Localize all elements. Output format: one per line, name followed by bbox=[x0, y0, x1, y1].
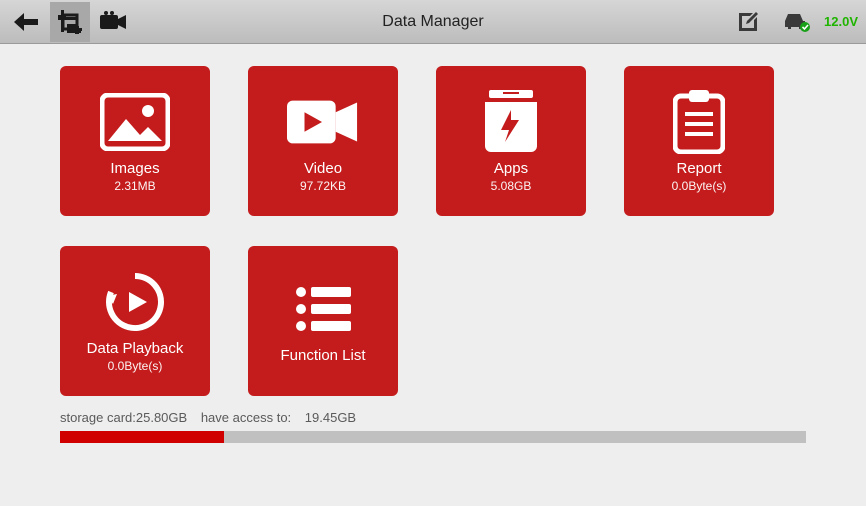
back-arrow-icon bbox=[12, 11, 40, 33]
tile-size: 97.72KB bbox=[300, 179, 346, 193]
back-button[interactable] bbox=[6, 2, 46, 42]
edit-button[interactable] bbox=[728, 2, 768, 42]
car-icon bbox=[781, 11, 811, 33]
voltage-reading: 12.0V bbox=[824, 14, 858, 29]
tile-label: Video bbox=[304, 160, 342, 177]
apps-icon bbox=[475, 90, 547, 154]
storage-bar-fill bbox=[60, 431, 224, 443]
storage-card-label: storage card: bbox=[60, 410, 136, 425]
video-camera-icon bbox=[100, 11, 128, 33]
video-record-button[interactable] bbox=[94, 2, 134, 42]
tile-images[interactable]: Images 2.31MB bbox=[60, 66, 210, 216]
tile-size: 5.08GB bbox=[491, 179, 532, 193]
toolbar-left bbox=[0, 2, 134, 42]
screenshot-button[interactable] bbox=[50, 2, 90, 42]
tile-size: 0.0Byte(s) bbox=[108, 359, 163, 373]
tile-label: Images bbox=[110, 160, 159, 177]
edit-icon bbox=[736, 10, 760, 34]
tile-data-playback[interactable]: Data Playback 0.0Byte(s) bbox=[60, 246, 210, 396]
toolbar: Data Manager 12.0V bbox=[0, 0, 866, 44]
tile-label: Apps bbox=[494, 160, 528, 177]
images-icon bbox=[99, 90, 171, 154]
vehicle-status-button[interactable] bbox=[776, 2, 816, 42]
crop-icon bbox=[58, 10, 82, 34]
tile-size: 2.31MB bbox=[114, 179, 155, 193]
list-icon bbox=[287, 277, 359, 341]
storage-access-value: 19.45GB bbox=[305, 410, 356, 425]
playback-icon bbox=[99, 270, 171, 334]
tile-report[interactable]: Report 0.0Byte(s) bbox=[624, 66, 774, 216]
tile-label: Function List bbox=[280, 347, 365, 364]
tile-video[interactable]: Video 97.72KB bbox=[248, 66, 398, 216]
tile-size: 0.0Byte(s) bbox=[672, 179, 727, 193]
tile-grid: Images 2.31MB Video 97.72KB bbox=[60, 66, 806, 396]
report-icon bbox=[663, 90, 735, 154]
storage-section: storage card:25.80GB have access to: 19.… bbox=[0, 396, 866, 443]
storage-text: storage card:25.80GB have access to: 19.… bbox=[60, 410, 806, 425]
storage-access-label: have access to: bbox=[201, 410, 291, 425]
tile-label: Data Playback bbox=[87, 340, 184, 357]
toolbar-right: 12.0V bbox=[728, 2, 866, 42]
storage-card-value: 25.80GB bbox=[136, 410, 187, 425]
storage-bar bbox=[60, 431, 806, 443]
content-area: Images 2.31MB Video 97.72KB bbox=[0, 44, 866, 396]
tile-function-list[interactable]: Function List bbox=[248, 246, 398, 396]
tile-apps[interactable]: Apps 5.08GB bbox=[436, 66, 586, 216]
video-icon bbox=[287, 90, 359, 154]
tile-label: Report bbox=[676, 160, 721, 177]
